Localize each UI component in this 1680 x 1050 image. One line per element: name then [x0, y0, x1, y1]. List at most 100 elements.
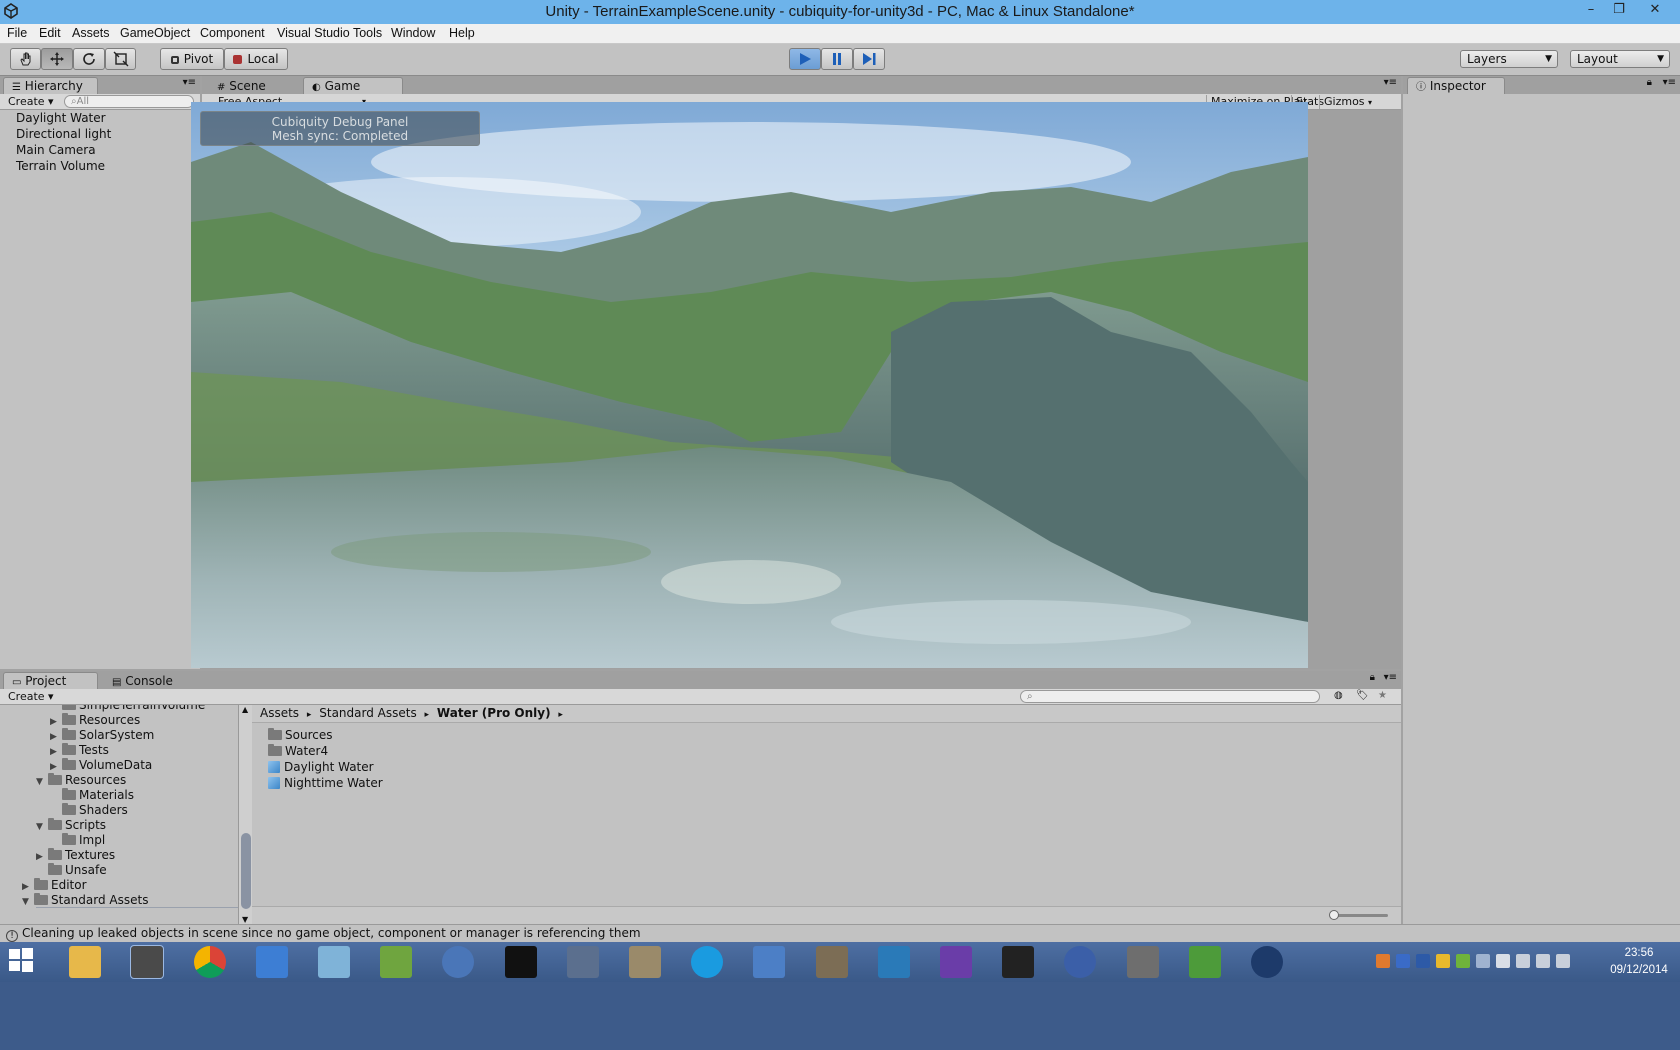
triangle-app-icon[interactable]	[255, 946, 288, 978]
close-button[interactable]: ✕	[1640, 0, 1670, 22]
project-tree-item[interactable]: Impl	[50, 832, 105, 848]
google-drive-icon[interactable]	[1436, 954, 1450, 968]
lock-icon[interactable]: 🔒︎	[1370, 672, 1375, 683]
tab-hierarchy[interactable]: ☰ Hierarchy	[3, 77, 98, 94]
play-button[interactable]	[789, 48, 821, 70]
gimp-icon[interactable]	[815, 946, 848, 978]
menu-gameobject[interactable]: GameObject	[120, 26, 190, 40]
game-viewport[interactable]: Cubiquity Debug Panel Mesh sync: Complet…	[191, 102, 1308, 668]
volume-speaker-icon[interactable]	[1516, 954, 1530, 968]
tab-scene[interactable]: # Scene	[208, 77, 298, 94]
tab-game[interactable]: ◐ Game	[303, 77, 403, 94]
pivot-toggle-button[interactable]: Pivot	[160, 48, 224, 70]
project-tree-item[interactable]: ▼ Standard Assets	[22, 892, 148, 908]
tray-app-icon[interactable]	[1376, 954, 1390, 968]
rotate-tool-button[interactable]	[73, 48, 105, 70]
hierarchy-search-field[interactable]: ⌕All	[64, 95, 194, 108]
panel-menu-icon[interactable]: ▾≡	[1384, 77, 1397, 88]
project-tree-item[interactable]: ▶ Textures	[36, 847, 115, 863]
tray-app-icon[interactable]	[1416, 954, 1430, 968]
hierarchy-create-button[interactable]: Create ▾	[4, 95, 58, 109]
breadcrumb-assets[interactable]: Assets	[260, 706, 299, 720]
atom-icon[interactable]	[1251, 946, 1283, 978]
project-tree-item[interactable]: ▶ SolarSystem	[50, 727, 154, 743]
local-toggle-button[interactable]: Local	[224, 48, 288, 70]
project-tree-item[interactable]: ▶ VolumeData	[50, 757, 152, 773]
project-tree-item[interactable]: Materials	[50, 787, 134, 803]
status-bar[interactable]: ! Cleaning up leaked objects in scene sin…	[0, 924, 1680, 942]
project-tree-item[interactable]: ▶Water (Pro Only)	[36, 907, 240, 908]
nvidia-icon[interactable]	[1456, 954, 1470, 968]
text-editor-icon[interactable]	[1002, 946, 1035, 978]
scale-tool-button[interactable]	[105, 48, 136, 70]
panel-menu-icon[interactable]: ▾≡	[1384, 672, 1397, 683]
project-tree-item[interactable]: ▶ Resources	[50, 712, 140, 728]
chrome-icon[interactable]	[193, 946, 226, 978]
sourcetree-icon[interactable]	[877, 946, 910, 978]
virtualbox-icon[interactable]	[566, 946, 599, 978]
action-center-flag-icon[interactable]	[1496, 954, 1510, 968]
asset-item-nighttime-water[interactable]: Nighttime Water	[268, 775, 383, 791]
asset-item-water4[interactable]: Water4	[268, 743, 328, 759]
file-explorer-icon[interactable]	[69, 946, 102, 978]
move-tool-button[interactable]	[41, 48, 73, 70]
project-tree-item[interactable]: ▶ Editor	[22, 877, 87, 893]
windows-start-icon[interactable]	[7, 946, 39, 978]
gizmos-toggle[interactable]: Gizmos ▾	[1319, 95, 1376, 109]
menu-help[interactable]: Help	[449, 26, 475, 40]
project-tree-item[interactable]: ▶ Tests	[50, 742, 109, 758]
hierarchy-item-main-camera[interactable]: Main Camera	[16, 142, 96, 158]
hierarchy-item-terrain-volume[interactable]: Terrain Volume	[16, 158, 105, 174]
breadcrumb-water-pro-only[interactable]: Water (Pro Only)	[437, 706, 551, 720]
tray-app-icon[interactable]	[1396, 954, 1410, 968]
tab-console[interactable]: ▤ Console	[103, 672, 198, 689]
menu-file[interactable]: File	[7, 26, 27, 40]
package-installer-icon[interactable]	[629, 946, 661, 978]
favorite-star-icon[interactable]: ★	[1378, 690, 1387, 701]
project-tree-item[interactable]: Unsafe	[36, 862, 107, 878]
expand-down-icon[interactable]: ▼	[36, 774, 48, 790]
project-create-button[interactable]: Create ▾	[4, 690, 58, 704]
notepad-plus-plus-icon[interactable]	[380, 946, 413, 978]
menu-edit[interactable]: Edit	[39, 26, 61, 40]
menu-visual-studio-tools[interactable]: Visual Studio Tools	[277, 26, 382, 40]
tree-scrollbar[interactable]: ▲ ▼	[238, 705, 252, 924]
network-signal-icon[interactable]	[1536, 954, 1550, 968]
clock-date[interactable]: 09/12/2014	[1604, 964, 1674, 976]
tab-project[interactable]: ▭ Project	[3, 672, 98, 689]
layout-dropdown[interactable]: Layout ▼	[1570, 50, 1670, 68]
hierarchy-item-daylight-water[interactable]: Daylight Water	[16, 110, 106, 126]
tab-inspector[interactable]: ⓘ Inspector	[1407, 77, 1505, 94]
pause-button[interactable]	[821, 48, 853, 70]
menu-window[interactable]: Window	[391, 26, 435, 40]
project-tree-item[interactable]: ▼ Resources	[36, 772, 126, 788]
scroll-down-icon[interactable]: ▼	[242, 915, 248, 924]
database-icon[interactable]	[1126, 946, 1159, 978]
step-button[interactable]	[853, 48, 885, 70]
scroll-thumb[interactable]	[241, 833, 251, 909]
menu-component[interactable]: Component	[200, 26, 265, 40]
evernote-icon[interactable]	[1188, 946, 1221, 978]
search-by-type-icon[interactable]: ◍	[1334, 690, 1343, 701]
expand-down-icon[interactable]: ▼	[22, 894, 34, 908]
volume-icon[interactable]	[1556, 954, 1570, 968]
asset-item-sources[interactable]: Sources	[268, 727, 332, 743]
layers-dropdown[interactable]: Layers ▼	[1460, 50, 1558, 68]
hand-tool-button[interactable]	[10, 48, 41, 70]
skype-icon[interactable]	[691, 946, 724, 978]
restore-button[interactable]: ❐	[1604, 0, 1634, 22]
minimize-button[interactable]: –	[1576, 0, 1606, 22]
search-by-label-icon[interactable]: 🏷︎	[1356, 690, 1369, 701]
icon-size-slider[interactable]	[1329, 910, 1388, 920]
project-tree-item[interactable]: ▼ Scripts	[36, 817, 106, 833]
project-tree-item[interactable]: Shaders	[50, 802, 128, 818]
breadcrumb-standard-assets[interactable]: Standard Assets	[319, 706, 416, 720]
menu-assets[interactable]: Assets	[72, 26, 110, 40]
unity-icon[interactable]	[130, 945, 165, 979]
visual-studio-icon[interactable]	[940, 946, 972, 978]
expand-down-icon[interactable]: ▼	[36, 819, 48, 835]
calculator-icon[interactable]	[753, 946, 786, 978]
asset-item-daylight-water[interactable]: Daylight Water	[268, 759, 374, 775]
clock-time[interactable]: 23:56	[1604, 947, 1674, 959]
show-hidden-icons-icon[interactable]	[1476, 954, 1490, 968]
